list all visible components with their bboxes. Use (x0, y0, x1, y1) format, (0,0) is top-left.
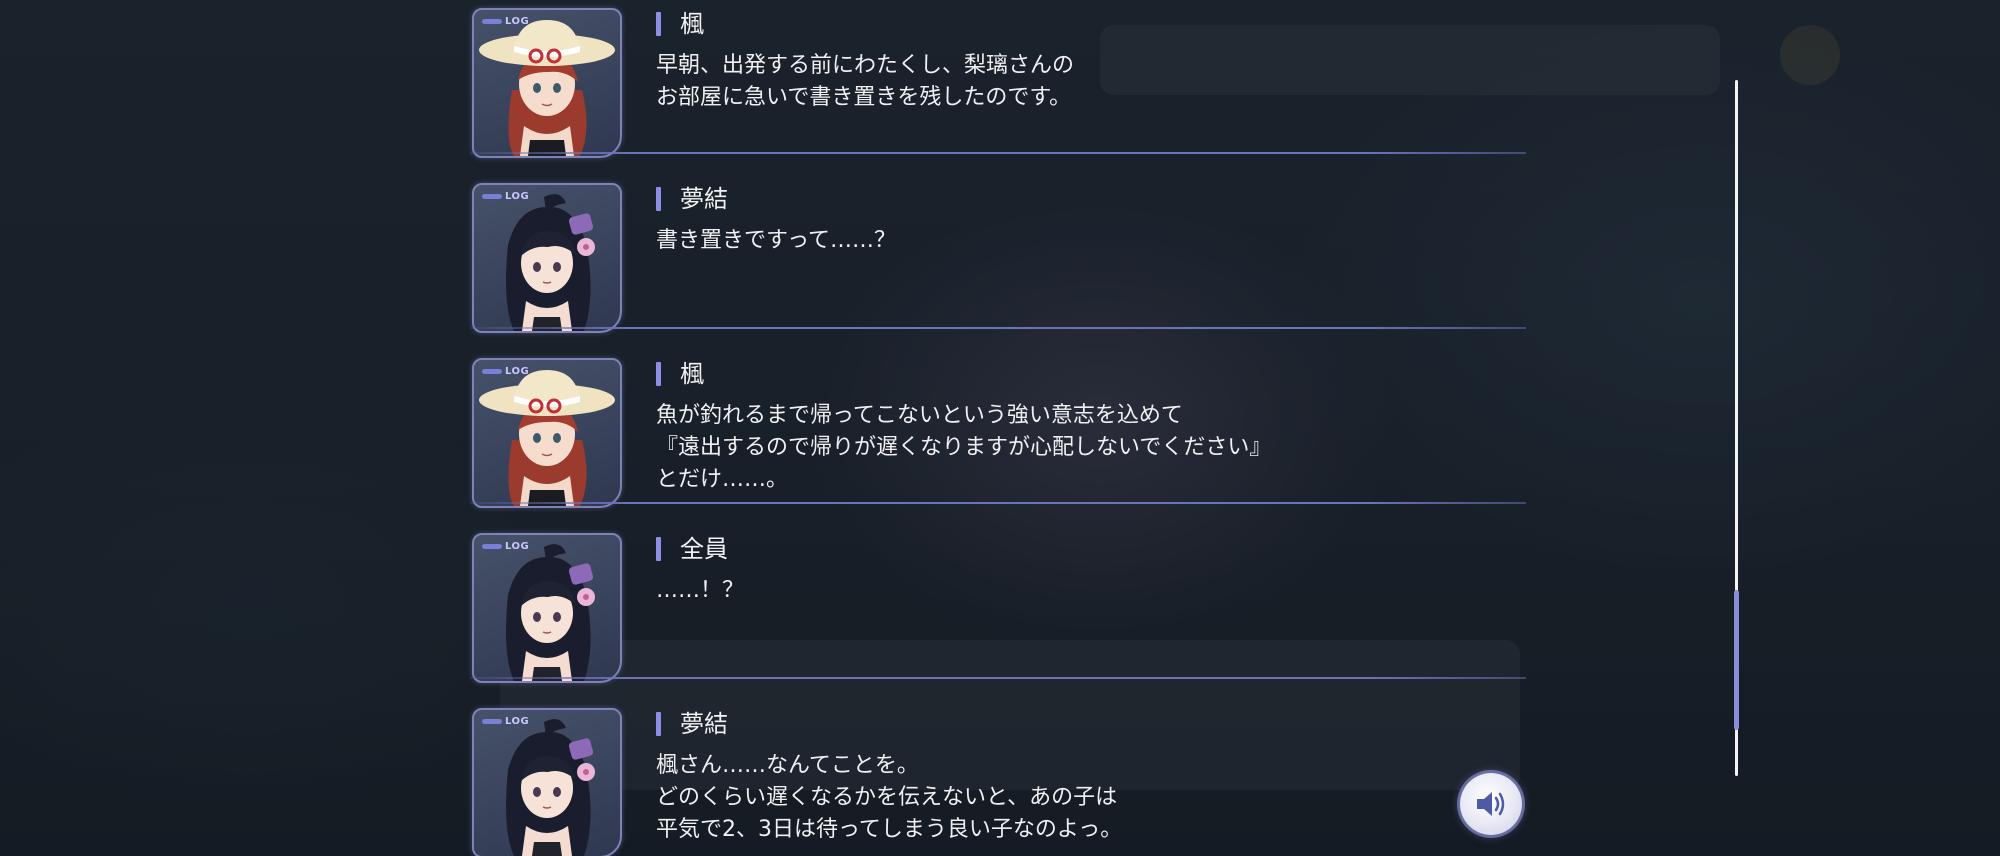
log-entry: LOG 楓 (470, 0, 1530, 175)
speaker-marker (656, 712, 661, 736)
log-tag-label: LOG (505, 541, 530, 552)
backlog-list[interactable]: LOG 楓 早朝、出発する前にわたくし、梨璃さんの お部屋に急いで書き置きを残し… (470, 0, 1530, 856)
speaker-name: 全員 (680, 535, 728, 563)
speaker-marker (656, 537, 661, 561)
dialogue-line: ……！？ (656, 578, 745, 603)
log-portrait-button[interactable]: LOG (472, 708, 622, 856)
log-portrait-button[interactable]: LOG (472, 358, 622, 508)
speaker-icon (1477, 792, 1505, 816)
log-tag-bar (482, 544, 502, 549)
log-tag: LOG (482, 716, 529, 727)
yuyu-portrait (506, 194, 595, 331)
log-tag-bar (482, 719, 502, 724)
kaede-portrait (479, 20, 615, 156)
scrollbar-thumb[interactable] (1734, 590, 1739, 730)
dialogue-line: 『遠出するので帰りが遅くなりますが心配しないでください』 (656, 435, 1272, 460)
log-tag-label: LOG (505, 366, 530, 377)
log-entry: LOG 夢結 書き置きですって……？ (470, 175, 1530, 350)
speaker-marker (656, 12, 661, 36)
log-tag: LOG (482, 541, 529, 552)
yuyu-portrait (506, 544, 595, 681)
yuyu-portrait (506, 719, 595, 856)
log-tag-label: LOG (505, 16, 530, 27)
dialogue-line: とだけ……。 (656, 467, 789, 492)
entry-divider (470, 677, 1526, 679)
speaker-name: 夢結 (680, 185, 728, 213)
dialogue-line: 平気で2、3日は待ってしまう良い子なのよっ。 (656, 817, 1123, 842)
kaede-portrait (479, 370, 615, 506)
log-tag: LOG (482, 16, 529, 27)
speaker-marker (656, 362, 661, 386)
speaker-name: 夢結 (680, 710, 728, 738)
speaker-name: 楓 (680, 10, 704, 38)
log-entry: LOG 夢結 楓さん……なんてことを。 どのくらい遅くなるかを伝えないと、あの子… (470, 700, 1530, 856)
dialogue-line: お部屋に急いで書き置きを残したのです。 (656, 85, 1072, 110)
log-tag: LOG (482, 191, 529, 202)
log-entry: LOG 楓 (470, 350, 1530, 525)
log-tag-bar (482, 194, 502, 199)
speaker-name: 楓 (680, 360, 704, 388)
dialogue-line: 魚が釣れるまで帰ってこないという強い意志を込めて (656, 403, 1183, 428)
speaker-marker (656, 187, 661, 211)
voice-replay-button[interactable] (1460, 773, 1522, 835)
dialogue-line: 早朝、出発する前にわたくし、梨璃さんの (656, 53, 1075, 78)
log-portrait-button[interactable]: LOG (472, 533, 622, 683)
log-tag-label: LOG (505, 191, 530, 202)
entry-divider (470, 502, 1526, 504)
log-tag-label: LOG (505, 716, 530, 727)
log-portrait-button[interactable]: LOG (472, 183, 622, 333)
entry-divider (470, 152, 1526, 154)
log-tag: LOG (482, 366, 529, 377)
log-entry: LOG 全員 ……！？ (470, 525, 1530, 700)
log-tag-bar (482, 19, 502, 24)
entry-divider (470, 327, 1526, 329)
backlog-screen: LOG 楓 早朝、出発する前にわたくし、梨璃さんの お部屋に急いで書き置きを残し… (0, 0, 2000, 856)
dialogue-line: 書き置きですって……？ (656, 228, 897, 253)
dialogue-line: 楓さん……なんてことを。 (656, 753, 919, 778)
dialogue-line: どのくらい遅くなるかを伝えないと、あの子は (656, 785, 1118, 810)
log-tag-bar (482, 369, 502, 374)
log-portrait-button[interactable]: LOG (472, 8, 622, 158)
